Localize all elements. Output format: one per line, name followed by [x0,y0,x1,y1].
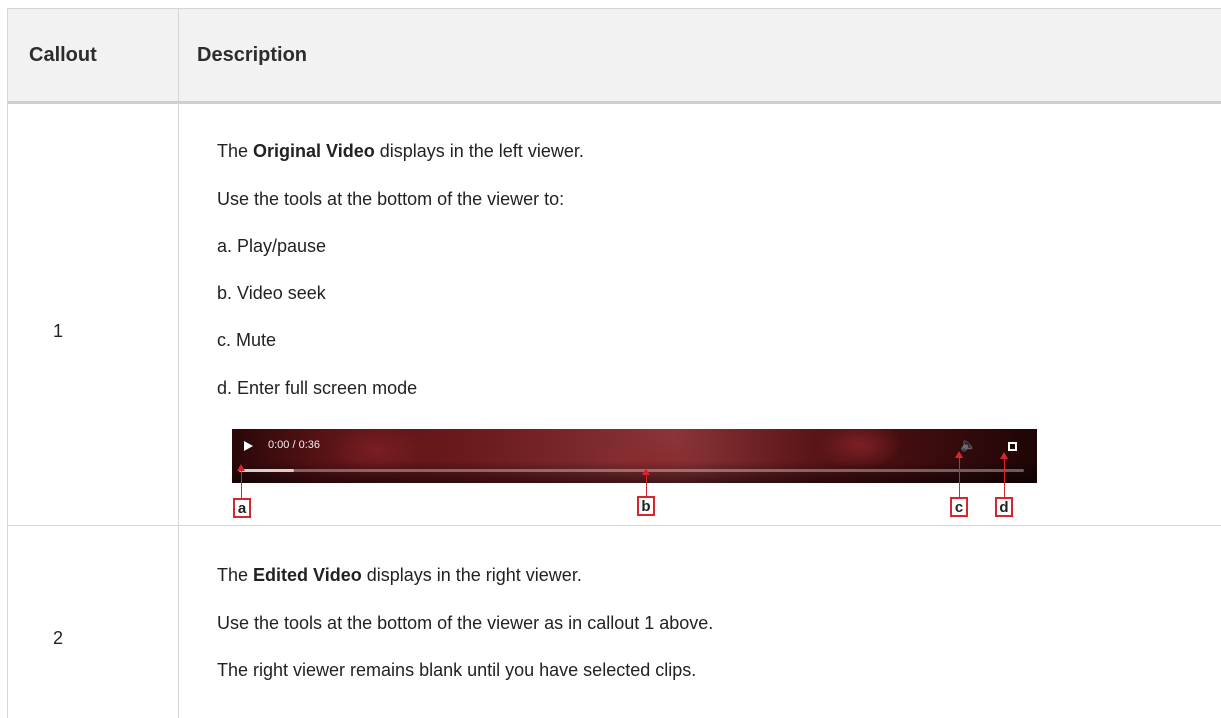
header-description: Description [197,44,308,66]
fullscreen-icon[interactable] [1008,442,1017,451]
row2-intro: The Edited Video displays in the right v… [217,565,582,585]
pointer-d-line [1004,458,1005,497]
table-header: Callout Description [8,8,1221,104]
tool-item-mute: c. Mute [217,330,277,350]
callout-b: b [637,496,655,516]
row-divider [8,525,1221,526]
tool-item-fullscreen: d. Enter full screen mode [217,378,418,398]
row1-callout-number: 1 [53,321,64,341]
seek-progress [239,469,294,472]
row1-intro: The Original Video displays in the left … [217,141,584,161]
edited-video-label: Edited Video [253,565,362,585]
callout-a: a [233,498,251,518]
pointer-c-line [959,457,960,497]
video-player-strip: 0:00 / 0:36 🔈 [232,429,1037,483]
callout-d: d [995,497,1013,517]
pointer-b-line [646,474,647,496]
column-divider [178,103,179,718]
play-icon[interactable] [244,441,253,451]
tool-item-seek: b. Video seek [217,283,326,303]
callout-table: Callout Description 1 The Original Video… [7,8,1221,718]
header-callout: Callout [29,44,97,66]
video-time: 0:00 / 0:36 [268,439,320,451]
row1-lead: Use the tools at the bottom of the viewe… [217,189,565,209]
pointer-a-line [241,470,242,498]
original-video-label: Original Video [253,141,375,161]
row2-line3: The right viewer remains blank until you… [217,660,697,680]
tool-item-play: a. Play/pause [217,236,327,256]
callout-c: c [950,497,968,517]
row2-line2: Use the tools at the bottom of the viewe… [217,613,714,633]
seek-track[interactable] [239,469,1024,472]
row2-callout-number: 2 [53,628,64,648]
